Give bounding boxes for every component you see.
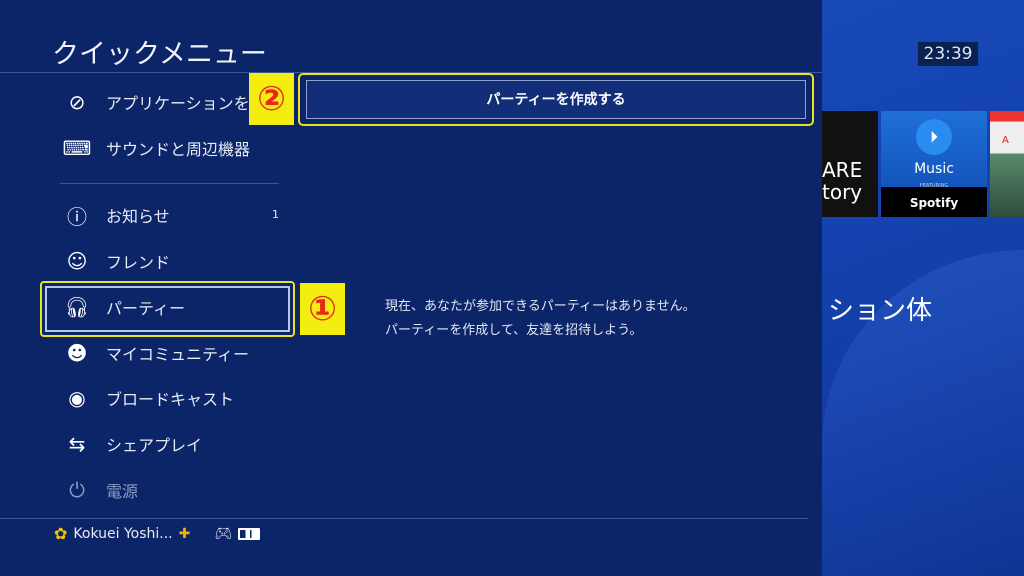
background-text: ション体 [828, 296, 933, 326]
page-title: クイックメニュー [52, 39, 267, 70]
menu-item-my-community[interactable]: ☻ マイコミュニティー [62, 338, 249, 368]
music-tile[interactable]: ⏵ Music FEATURING Spotify [881, 111, 987, 217]
create-party-button[interactable]: パーティーを作成する [298, 73, 814, 126]
quick-menu-panel: クイックメニュー ⊘ アプリケーションを ⌨ サウンドと周辺機器 ⓘ お知らせ 1 ☺… [0, 0, 822, 576]
clock: 23:39 [918, 42, 978, 66]
invite-hint-message: パーティーを作成して、友達を招待しよう。 [385, 323, 643, 338]
user-status: ✿ Kokuei Yoshi... ✚ 🎮︎ [54, 524, 261, 543]
step-2-annotation: ② [249, 73, 294, 125]
keyboard-controller-icon: ⌨ [62, 136, 92, 160]
menu-item-party[interactable]: 🎧︎ パーティー [62, 292, 185, 322]
menu-item-friends[interactable]: ☺ フレンド [62, 246, 170, 276]
broadcast-camera-icon: ◉ [68, 386, 86, 410]
divider [0, 518, 808, 519]
menu-item-broadcast[interactable]: ◉ ブロードキャスト [62, 383, 234, 413]
user-name: Kokuei Yoshi... [73, 525, 173, 542]
power-icon: ⏻ [69, 478, 85, 502]
notification-count: 1 [272, 208, 279, 221]
application-slash-icon: ⊘ [68, 90, 86, 114]
divider [60, 183, 279, 184]
headset-icon: 🎧︎ [64, 295, 90, 319]
shareplay-icon: ⇆ [68, 432, 86, 456]
battery-icon [238, 527, 261, 540]
game-tile[interactable]: ARE tory [822, 111, 878, 217]
playstation-icon: ⏵ [916, 119, 952, 155]
ps-plus-icon: ✚ [178, 525, 191, 542]
controller-icon: 🎮︎ [214, 525, 233, 542]
menu-item-notifications[interactable]: ⓘ お知らせ [62, 200, 170, 230]
community-icon: ☻ [66, 341, 88, 365]
spotify-logo: Spotify [881, 187, 987, 217]
menu-item-shareplay[interactable]: ⇆ シェアプレイ [62, 429, 202, 459]
menu-item-application[interactable]: ⊘ アプリケーションを [62, 87, 250, 117]
no-party-message: 現在、あなたが参加できるパーティーはありません。 [385, 299, 696, 314]
friends-icon: ☺ [66, 249, 88, 273]
menu-item-power[interactable]: ⏻ 電源 [62, 475, 138, 505]
info-bubble-icon: ⓘ [67, 204, 87, 229]
avatar: ✿ [54, 524, 68, 543]
menu-item-sound-devices[interactable]: ⌨ サウンドと周辺機器 [62, 133, 250, 163]
game-tile[interactable]: A [990, 111, 1024, 217]
step-1-annotation: ① [300, 283, 345, 335]
